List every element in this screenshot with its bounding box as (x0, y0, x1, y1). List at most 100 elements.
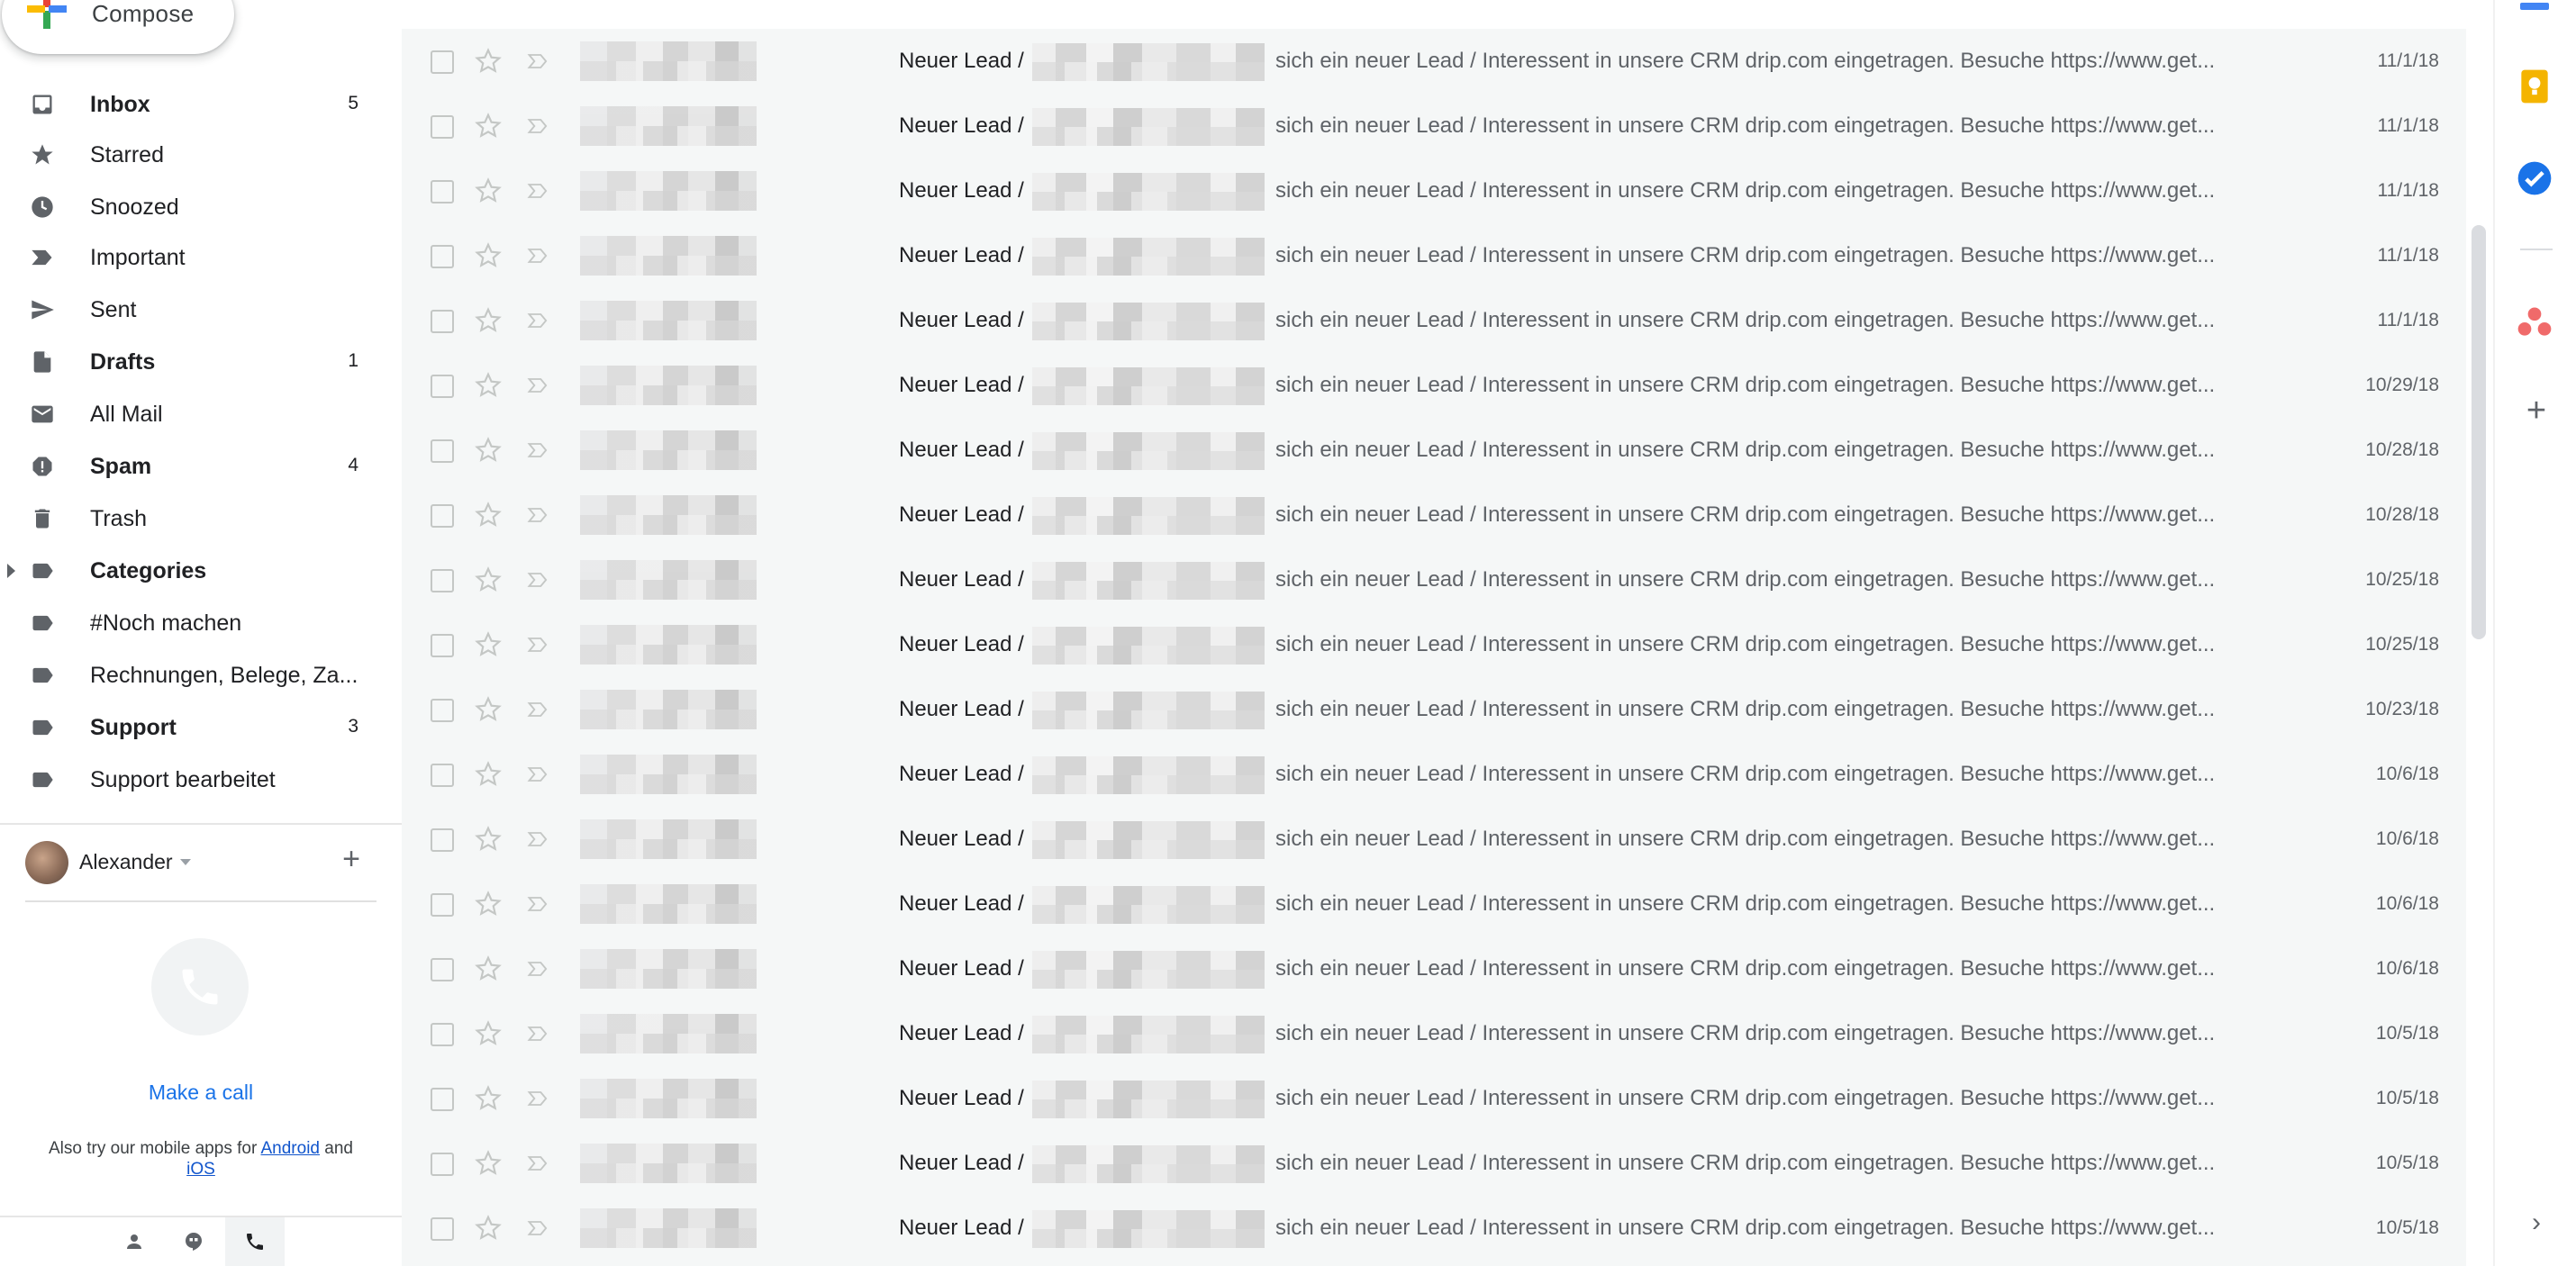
select-checkbox[interactable] (431, 504, 454, 528)
sidebar-item-support-bearbeitet[interactable]: Support bearbeitet (0, 755, 387, 805)
ios-link[interactable]: iOS (186, 1160, 215, 1179)
important-marker-icon[interactable] (524, 373, 553, 398)
android-link[interactable]: Android (261, 1139, 321, 1158)
select-checkbox[interactable] (431, 958, 454, 981)
tab-phone[interactable] (225, 1217, 285, 1266)
star-icon[interactable] (474, 630, 503, 659)
table-row[interactable]: Neuer Lead / sich ein neuer Lead / Intere… (402, 1131, 2466, 1198)
select-checkbox[interactable] (431, 699, 454, 722)
table-row[interactable]: Neuer Lead / sich ein neuer Lead / Intere… (402, 94, 2466, 160)
select-checkbox[interactable] (431, 310, 454, 333)
important-marker-icon[interactable] (524, 49, 553, 74)
star-icon[interactable] (474, 306, 503, 335)
select-checkbox[interactable] (431, 375, 454, 398)
chevron-right-icon[interactable]: › (2520, 1207, 2553, 1239)
sidebar-item-trash[interactable]: Trash (0, 493, 387, 544)
star-icon[interactable] (474, 241, 503, 270)
important-marker-icon[interactable] (524, 438, 553, 463)
table-row[interactable]: Neuer Lead / sich ein neuer Lead / Intere… (402, 1001, 2466, 1068)
compose-button[interactable]: Compose (2, 0, 234, 54)
star-icon[interactable] (474, 371, 503, 400)
star-icon[interactable] (474, 112, 503, 140)
table-row[interactable]: Neuer Lead / sich ein neuer Lead / Intere… (402, 483, 2466, 549)
star-icon[interactable] (474, 825, 503, 854)
select-checkbox[interactable] (431, 828, 454, 852)
table-row[interactable]: Neuer Lead / sich ein neuer Lead / Intere… (402, 807, 2466, 873)
select-checkbox[interactable] (431, 180, 454, 203)
star-icon[interactable] (474, 47, 503, 76)
table-row[interactable]: Neuer Lead / sich ein neuer Lead / Intere… (402, 936, 2466, 1003)
table-row[interactable]: Neuer Lead / sich ein neuer Lead / Intere… (402, 1196, 2466, 1262)
select-checkbox[interactable] (431, 569, 454, 592)
tab-conversations[interactable] (164, 1217, 223, 1266)
sidebar-item-spam[interactable]: Spam 4 (0, 441, 387, 492)
sidebar-item-starred[interactable]: Starred (0, 130, 387, 180)
select-checkbox[interactable] (431, 1088, 454, 1111)
important-marker-icon[interactable] (524, 308, 553, 333)
important-marker-icon[interactable] (524, 1216, 553, 1241)
important-marker-icon[interactable] (524, 1086, 553, 1111)
select-checkbox[interactable] (431, 50, 454, 74)
table-row[interactable]: Neuer Lead / sich ein neuer Lead / Intere… (402, 288, 2466, 355)
star-icon[interactable] (474, 436, 503, 465)
scrollbar-thumb[interactable] (2472, 225, 2486, 639)
star-icon[interactable] (474, 1084, 503, 1113)
get-addons-icon[interactable]: + (2520, 393, 2553, 428)
tab-contacts[interactable] (104, 1217, 164, 1266)
star-icon[interactable] (474, 176, 503, 205)
star-icon[interactable] (474, 1149, 503, 1178)
star-icon[interactable] (474, 695, 503, 724)
sidebar-item-rechnungen-belege-za[interactable]: Rechnungen, Belege, Za... (0, 650, 387, 701)
important-marker-icon[interactable] (524, 956, 553, 981)
sidebar-item-sent[interactable]: Sent (0, 285, 387, 335)
select-checkbox[interactable] (431, 893, 454, 917)
table-row[interactable]: Neuer Lead / sich ein neuer Lead / Intere… (402, 872, 2466, 938)
important-marker-icon[interactable] (524, 762, 553, 787)
account-dropdown-icon[interactable] (180, 859, 191, 865)
important-marker-icon[interactable] (524, 1021, 553, 1046)
select-checkbox[interactable] (431, 1153, 454, 1176)
important-marker-icon[interactable] (524, 567, 553, 592)
important-marker-icon[interactable] (524, 891, 553, 917)
star-icon[interactable] (474, 760, 503, 789)
important-marker-icon[interactable] (524, 697, 553, 722)
sidebar-item-inbox[interactable]: Inbox 5 (0, 79, 387, 130)
select-checkbox[interactable] (431, 439, 454, 463)
important-marker-icon[interactable] (524, 243, 553, 268)
sidebar-item-important[interactable]: Important (0, 232, 387, 283)
sidebar-item-all-mail[interactable]: All Mail (0, 389, 387, 439)
sidebar-item-support[interactable]: Support 3 (0, 702, 387, 753)
important-marker-icon[interactable] (524, 827, 553, 852)
star-icon[interactable] (474, 1019, 503, 1048)
table-row[interactable]: Neuer Lead / sich ein neuer Lead / Intere… (402, 353, 2466, 420)
star-icon[interactable] (474, 565, 503, 594)
table-row[interactable]: Neuer Lead / sich ein neuer Lead / Intere… (402, 223, 2466, 290)
select-checkbox[interactable] (431, 1023, 454, 1046)
important-marker-icon[interactable] (524, 113, 553, 139)
table-row[interactable]: Neuer Lead / sich ein neuer Lead / Intere… (402, 612, 2466, 679)
select-checkbox[interactable] (431, 764, 454, 787)
expand-arrow-icon[interactable] (7, 564, 15, 578)
asana-icon[interactable] (2515, 303, 2554, 342)
sidebar-item-snoozed[interactable]: Snoozed (0, 182, 387, 232)
table-row[interactable]: Neuer Lead / sich ein neuer Lead / Intere… (402, 547, 2466, 614)
important-marker-icon[interactable] (524, 502, 553, 528)
star-icon[interactable] (474, 890, 503, 918)
add-contact-icon[interactable]: + (335, 843, 367, 875)
table-row[interactable]: Neuer Lead / sich ein neuer Lead / Intere… (402, 677, 2466, 744)
sidebar-item-noch-machen[interactable]: #Noch machen (0, 598, 387, 648)
table-row[interactable]: Neuer Lead / sich ein neuer Lead / Intere… (402, 158, 2466, 225)
select-checkbox[interactable] (431, 245, 454, 268)
table-row[interactable]: Neuer Lead / sich ein neuer Lead / Intere… (402, 1066, 2466, 1133)
hangouts-account[interactable]: Alexander + (0, 837, 402, 884)
calendar-icon[interactable] (2517, 0, 2553, 10)
keep-icon[interactable] (2515, 67, 2554, 106)
table-row[interactable]: Neuer Lead / sich ein neuer Lead / Intere… (402, 29, 2466, 95)
star-icon[interactable] (474, 501, 503, 529)
table-row[interactable]: Neuer Lead / sich ein neuer Lead / Intere… (402, 742, 2466, 809)
important-marker-icon[interactable] (524, 1151, 553, 1176)
important-marker-icon[interactable] (524, 178, 553, 203)
sidebar-item-categories[interactable]: Categories (0, 546, 387, 596)
make-a-call-link[interactable]: Make a call (0, 1081, 402, 1105)
table-row[interactable]: Neuer Lead / sich ein neuer Lead / Intere… (402, 418, 2466, 484)
